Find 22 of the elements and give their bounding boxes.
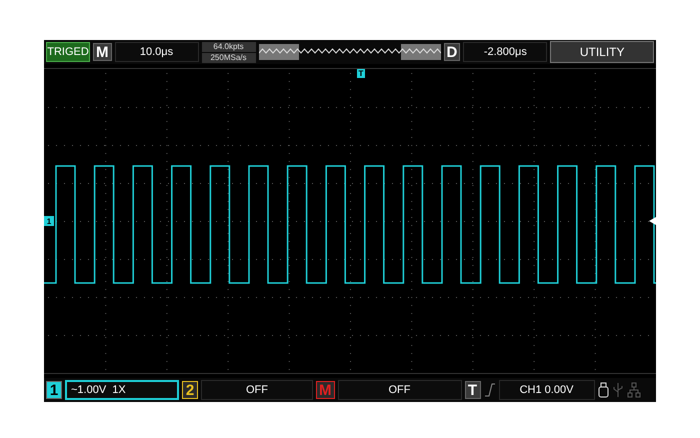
menu-title[interactable]: UTILITY bbox=[550, 41, 654, 63]
channel-setting[interactable]: OFF bbox=[338, 380, 462, 400]
channel-key[interactable]: 1 bbox=[46, 381, 62, 399]
mode-key[interactable]: M bbox=[93, 43, 112, 61]
usb-drive-icon bbox=[598, 382, 608, 398]
sample-rate: 250MSa/s bbox=[202, 52, 256, 62]
channel-ground-marker[interactable]: 1 bbox=[44, 216, 54, 226]
delay-key[interactable]: D bbox=[444, 43, 460, 61]
network-icon bbox=[626, 382, 640, 398]
channel-key[interactable]: 2 bbox=[182, 381, 198, 399]
usb-icon bbox=[612, 382, 624, 398]
trigger-status: TRIGED bbox=[46, 42, 90, 62]
channel-setting[interactable]: ~1.00V 1X bbox=[65, 380, 179, 400]
trigger-position-marker[interactable]: T bbox=[357, 69, 365, 78]
timebase-field: 10.0μs bbox=[114, 42, 198, 62]
channel-setting[interactable]: OFF bbox=[201, 380, 313, 400]
trigger-setting: CH1 0.00V bbox=[498, 380, 594, 400]
delay-field: -2.800μs bbox=[463, 42, 548, 62]
trigger-level-arrow-icon bbox=[649, 217, 656, 225]
rising-edge-icon bbox=[484, 383, 496, 397]
trigger-key[interactable]: T bbox=[464, 381, 480, 399]
memory-depth: 64.0kpts bbox=[202, 42, 256, 52]
